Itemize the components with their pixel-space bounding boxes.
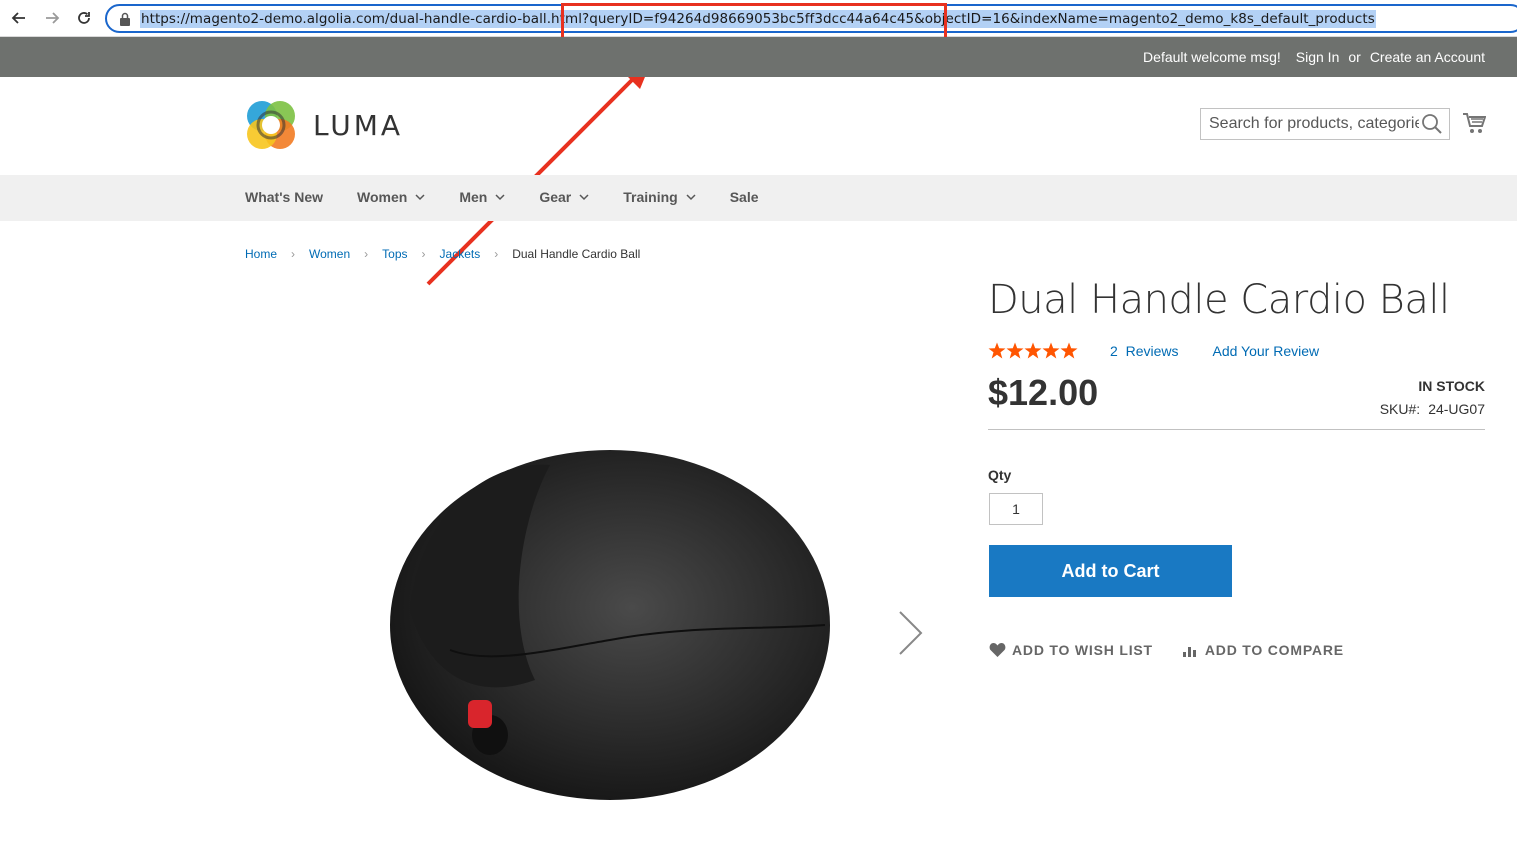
add-to-cart-button[interactable]: Add to Cart: [989, 545, 1232, 597]
product-sku: SKU#: 24-UG07: [1380, 401, 1485, 417]
chevron-down-icon: [579, 194, 589, 201]
product-price: $12.00: [988, 372, 1099, 413]
add-to-wishlist-link[interactable]: ADD TO WISH LIST: [989, 642, 1153, 658]
cart-icon[interactable]: [1462, 111, 1486, 135]
nav-item-label: Training: [623, 189, 678, 205]
stock-status: IN STOCK: [1418, 378, 1485, 394]
panel-header: Default welcome msg! Sign In or Create a…: [0, 37, 1517, 77]
nav-item-label: Gear: [539, 189, 572, 205]
qty-label: Qty: [988, 467, 1012, 483]
heart-icon: [989, 643, 1006, 657]
chevron-down-icon: [686, 194, 696, 201]
sign-in-link[interactable]: Sign In: [1296, 49, 1340, 65]
nav-item-what-s-new[interactable]: What's New: [245, 189, 323, 205]
reviews-link[interactable]: 2 Reviews: [1110, 343, 1178, 359]
add-to-compare-label: ADD TO COMPARE: [1204, 642, 1344, 658]
star-icon: [1042, 342, 1060, 359]
product-actions: ADD TO WISH LIST ADD TO COMPARE: [989, 642, 1344, 658]
arrow-right-icon: [46, 12, 60, 24]
reload-button[interactable]: [73, 8, 95, 28]
product-rating: 2 Reviews Add Your Review: [988, 342, 1319, 359]
breadcrumb-separator-icon: ›: [291, 247, 296, 261]
breadcrumb: Home › Women › Tops › Jackets › Dual Handle Card…: [245, 247, 640, 261]
arrow-left-icon: [11, 12, 25, 24]
welcome-message: Default welcome msg!: [1143, 49, 1281, 65]
nav-item-label: Women: [357, 189, 408, 205]
rating-stars: [988, 342, 1078, 359]
main-navigation: What's New Women Men Gear Training Sale: [0, 175, 1517, 221]
breadcrumb-separator-icon: ›: [421, 247, 426, 261]
reviews-count: 2: [1110, 342, 1118, 359]
product-image[interactable]: [320, 320, 900, 840]
nav-item-training[interactable]: Training: [623, 189, 696, 205]
forward-button[interactable]: [41, 8, 63, 28]
star-icon: [988, 342, 1006, 359]
qty-input[interactable]: [989, 493, 1043, 525]
nav-item-men[interactable]: Men: [459, 189, 505, 205]
nav-item-sale[interactable]: Sale: [730, 189, 759, 205]
add-review-link[interactable]: Add Your Review: [1212, 343, 1319, 359]
nav-item-label: Men: [459, 189, 488, 205]
star-icon: [1060, 342, 1078, 359]
nav-item-women[interactable]: Women: [357, 189, 425, 205]
logo-text: LUMA: [313, 108, 404, 142]
or-text: or: [1348, 49, 1361, 65]
breadcrumb-item[interactable]: Home: [245, 247, 277, 261]
back-button[interactable]: [8, 8, 30, 28]
sku-value: 24-UG07: [1428, 401, 1485, 417]
compare-chart-icon: [1182, 647, 1196, 657]
breadcrumb-current: Dual Handle Cardio Ball: [512, 247, 641, 261]
add-to-wishlist-label: ADD TO WISH LIST: [1012, 642, 1153, 658]
breadcrumb-item[interactable]: Women: [309, 247, 350, 261]
chevron-down-icon: [415, 194, 425, 201]
chevron-down-icon: [495, 194, 505, 201]
star-icon: [1006, 342, 1024, 359]
breadcrumb-item[interactable]: Tops: [382, 247, 407, 261]
nav-item-label: Sale: [729, 189, 759, 205]
sku-label: SKU#:: [1379, 401, 1421, 417]
create-account-link[interactable]: Create an Account: [1370, 49, 1485, 65]
star-icon: [1024, 342, 1042, 359]
search-box: [1200, 108, 1450, 140]
reload-icon: [78, 12, 90, 24]
divider: [988, 429, 1485, 430]
nav-item-label: What's New: [245, 189, 324, 205]
breadcrumb-separator-icon: ›: [364, 247, 369, 261]
add-to-compare-link[interactable]: ADD TO COMPARE: [1182, 642, 1344, 658]
product-title: Dual Handle Cardio Ball: [988, 277, 1450, 323]
breadcrumb-separator-icon: ›: [494, 247, 499, 261]
search-input[interactable]: [1209, 114, 1419, 134]
luma-logo-icon: [247, 101, 295, 149]
lock-icon: [120, 12, 130, 26]
reviews-label: Reviews: [1125, 342, 1179, 359]
logo[interactable]: LUMA: [245, 99, 415, 151]
breadcrumb-item[interactable]: Jackets: [440, 247, 481, 261]
next-image-icon[interactable]: [895, 608, 925, 658]
nav-item-gear[interactable]: Gear: [539, 189, 589, 205]
search-icon[interactable]: [1421, 113, 1443, 135]
